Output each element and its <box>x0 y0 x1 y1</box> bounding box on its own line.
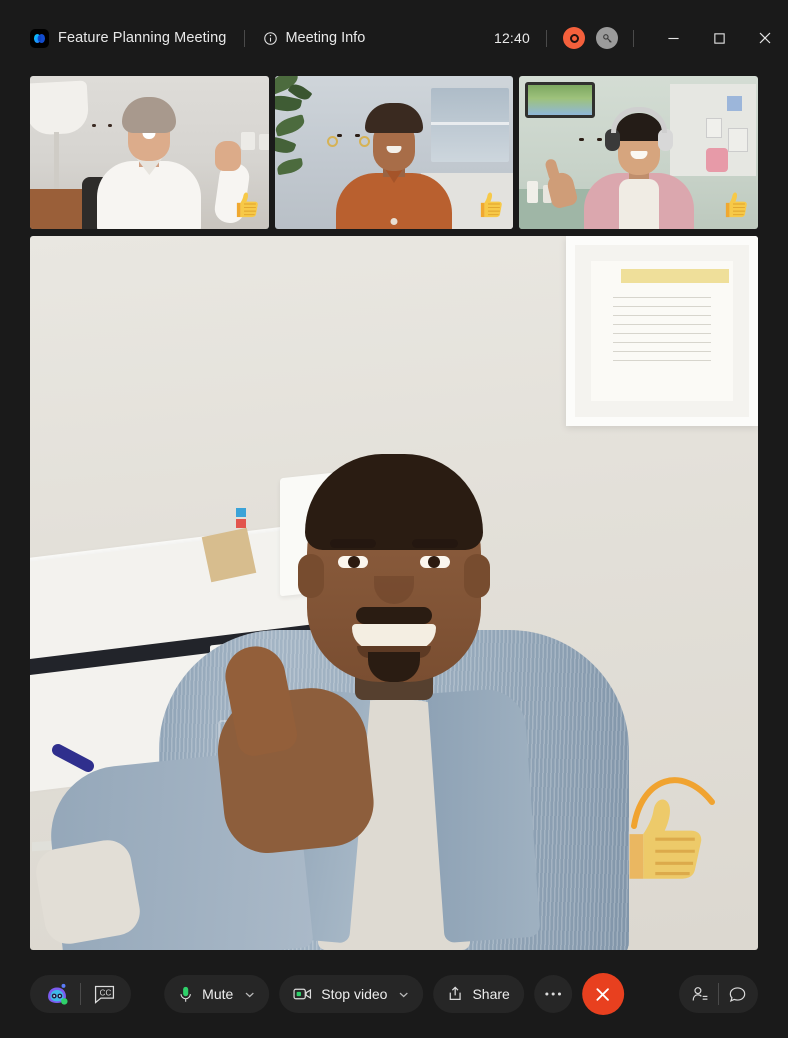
participant-thumbnail-strip <box>30 76 759 229</box>
webex-logo-icon <box>30 28 49 48</box>
participants-button[interactable] <box>682 975 718 1013</box>
close-x-icon <box>596 987 610 1001</box>
participant-video-1 <box>30 76 269 229</box>
share-upload-icon <box>449 986 461 1000</box>
more-options-button[interactable] <box>533 975 572 1013</box>
share-button[interactable]: Share <box>433 975 524 1013</box>
title-bar-left-group: Feature Planning Meeting Meeting Info <box>30 28 365 48</box>
center-control-group: Mute Stop video Share <box>164 973 624 1015</box>
meeting-info-label: Meeting Info <box>285 30 366 46</box>
close-button[interactable] <box>742 0 788 76</box>
chat-bubble-icon <box>729 986 745 1002</box>
participant-video-2 <box>274 76 514 229</box>
participant-video-3 <box>519 76 759 229</box>
meeting-info-button[interactable]: Meeting Info <box>263 30 365 46</box>
active-speaker-video <box>30 236 758 950</box>
title-divider <box>244 29 246 47</box>
meeting-timer: 12:40 <box>493 30 530 46</box>
active-speaker-video-tile[interactable] <box>30 236 758 950</box>
webex-meeting-window: Feature Planning Meeting Meeting Info 12… <box>0 0 788 1038</box>
title-divider-2 <box>546 29 547 47</box>
microphone-icon <box>180 986 191 1002</box>
right-control-group <box>679 975 758 1013</box>
participant-video-tile-3[interactable] <box>519 76 759 229</box>
title-bar: Feature Planning Meeting Meeting Info 12… <box>0 0 788 76</box>
chat-button[interactable] <box>719 975 755 1013</box>
mute-label: Mute <box>202 986 234 1002</box>
minimize-button[interactable] <box>650 0 696 76</box>
key-icon[interactable] <box>596 27 618 49</box>
chevron-down-icon <box>245 992 254 997</box>
stop-video-button[interactable]: Stop video <box>279 975 424 1013</box>
maximize-button[interactable] <box>696 0 742 76</box>
participant-video-tile-1[interactable] <box>30 76 269 229</box>
participants-icon <box>692 986 707 1001</box>
record-ring <box>569 33 579 43</box>
share-label: Share <box>472 986 510 1002</box>
meeting-title: Feature Planning Meeting <box>58 30 227 46</box>
stop-video-label: Stop video <box>321 986 388 1002</box>
title-divider-3 <box>633 29 634 47</box>
ai-assistant-button[interactable] <box>34 975 80 1013</box>
end-meeting-button[interactable] <box>581 973 624 1015</box>
camera-icon <box>293 988 312 1000</box>
title-bar-right-group: 12:40 <box>494 0 788 76</box>
svg-text:CC: CC <box>99 988 111 997</box>
more-horizontal-icon <box>544 992 561 996</box>
chevron-down-icon <box>399 992 409 997</box>
left-control-group: CC <box>30 975 131 1013</box>
info-circle-icon <box>263 31 278 46</box>
record-indicator-icon[interactable] <box>563 27 585 49</box>
meeting-control-bar: CC Mute Stop video Share <box>0 950 788 1038</box>
mute-button[interactable]: Mute <box>164 975 270 1013</box>
closed-captions-button[interactable]: CC <box>81 975 127 1013</box>
participant-video-tile-2[interactable] <box>274 76 514 229</box>
video-stage <box>0 76 788 950</box>
